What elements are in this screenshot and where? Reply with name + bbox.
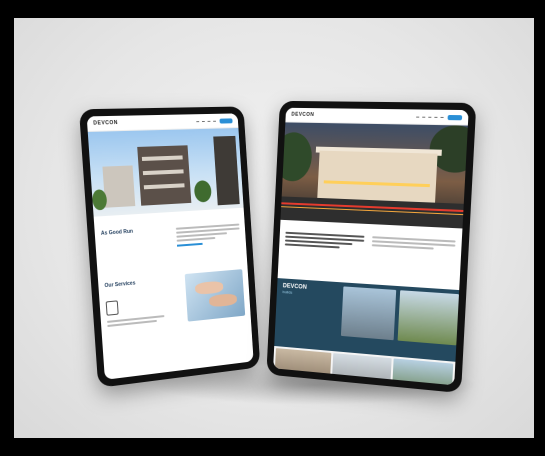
section-heading: As Good Run [100, 228, 134, 237]
read-more-link [176, 242, 203, 247]
project-photo [340, 286, 397, 341]
nav-link: ▬ [212, 118, 217, 123]
nav-link: ▬ [207, 118, 211, 123]
tree [280, 131, 313, 182]
building-left [102, 165, 136, 208]
left-tablet: DEVCON ▬ ▬ ▬ ▬ As Good Run Our Services [78, 106, 261, 388]
hand-shape [194, 280, 224, 295]
text-line [176, 236, 216, 242]
nav-link: ▬ [440, 114, 444, 120]
nav-cta-button [219, 117, 233, 124]
gallery-tile [391, 358, 454, 386]
intro-section: As Good Run [94, 217, 246, 256]
project-photo [397, 290, 459, 346]
nav-link: ▬ [201, 118, 205, 124]
nav-links: ▬ ▬ ▬ ▬ ▬ [416, 115, 444, 119]
building-facade [317, 150, 438, 203]
tree [193, 180, 212, 203]
right-tablet: DEVCON ▬ ▬ ▬ ▬ ▬ DEVCON builds [266, 100, 477, 394]
nav-link: ▬ [416, 114, 420, 119]
nav-link: ▬ [428, 114, 432, 119]
hero-apartment-photo [87, 128, 244, 217]
left-tablet-screen: DEVCON ▬ ▬ ▬ ▬ As Good Run Our Services [86, 113, 254, 380]
services-section: Our Services [98, 267, 252, 360]
service-icon [105, 300, 119, 316]
nav-link: ▬ [196, 119, 200, 124]
building-right [213, 135, 240, 206]
hand-shape [208, 293, 238, 308]
nav-link: ▬ [422, 114, 426, 119]
photo-frame: DEVCON ▬ ▬ ▬ ▬ As Good Run Our Services … [0, 0, 545, 456]
right-tablet-screen: DEVCON ▬ ▬ ▬ ▬ ▬ DEVCON builds [273, 107, 469, 386]
gallery-tile [331, 353, 392, 386]
hero-street-photo [280, 122, 468, 229]
nav-cta-button [447, 114, 463, 120]
site-logo: DEVCON [93, 119, 119, 127]
services-photo [184, 269, 246, 322]
text-line [284, 243, 340, 249]
building-main [137, 145, 192, 206]
nav-links: ▬ ▬ ▬ ▬ [196, 119, 216, 123]
nav-link: ▬ [434, 114, 438, 119]
site-logo: DEVCON [291, 111, 315, 118]
